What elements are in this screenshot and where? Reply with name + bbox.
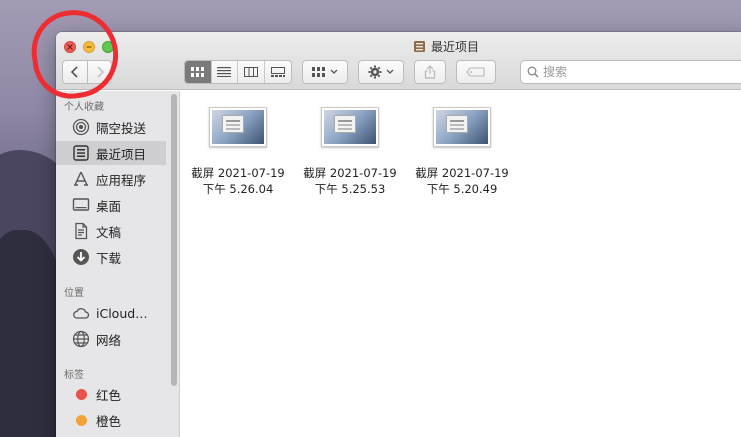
file-item[interactable]: 截屏 2021-07-19 下午 5.25.53 [295, 107, 405, 197]
columns-icon [243, 67, 258, 77]
screenshot-thumbnail [209, 107, 267, 147]
sidebar-item-network[interactable]: 网络 [56, 327, 166, 351]
view-columns-button[interactable] [238, 61, 265, 83]
share-button[interactable] [414, 60, 446, 84]
recents-folder-icon [413, 41, 425, 52]
action-button[interactable] [358, 60, 404, 84]
finder-window: 最近项目 搜索 个人收藏 隔空投送 最近项目 应用程序 桌面 文稿 下载 位置 … [56, 32, 741, 437]
chevron-left-icon [70, 66, 78, 78]
sidebar-item-label: 桌面 [96, 198, 122, 214]
tags-header: 标签 [64, 370, 84, 381]
file-name-line2: 下午 5.25.53 [314, 182, 386, 196]
close-icon [67, 44, 73, 50]
chevron-down-icon [330, 69, 338, 74]
search-icon [527, 66, 539, 78]
airdrop-icon [72, 118, 90, 136]
sidebar-item-downloads[interactable]: 下载 [56, 245, 166, 269]
favorites-header: 个人收藏 [64, 102, 104, 113]
gear-icon [368, 65, 382, 79]
sidebar-item-label: iCloud… [96, 305, 148, 321]
sidebar-item-label: 隔空投送 [96, 120, 147, 136]
documents-icon [72, 222, 90, 240]
icloud-icon [72, 304, 90, 322]
file-name-line1: 截屏 2021-07-19 [191, 166, 285, 180]
file-name-line1: 截屏 2021-07-19 [415, 166, 509, 180]
group-grid-icon [312, 67, 325, 77]
sidebar-item-documents[interactable]: 文稿 [56, 219, 166, 243]
share-icon [424, 65, 436, 79]
desktop-icon [72, 196, 90, 214]
file-name-line2: 下午 5.20.49 [426, 182, 498, 196]
sidebar-item-label: 最近项目 [96, 146, 147, 162]
file-name: 截屏 2021-07-19 下午 5.20.49 [407, 165, 517, 197]
forward-button[interactable] [88, 60, 112, 84]
file-name-line2: 下午 5.26.04 [202, 182, 274, 196]
sidebar-scrollbar[interactable] [171, 94, 177, 386]
view-gallery-button[interactable] [265, 61, 291, 83]
file-name: 截屏 2021-07-19 下午 5.26.04 [183, 165, 293, 197]
screenshot-thumbnail [321, 107, 379, 147]
sidebar-item-label: 橙色 [96, 413, 122, 429]
sidebar-item-label: 下载 [96, 250, 122, 266]
list-icon [217, 67, 232, 77]
minimize-icon [86, 46, 92, 48]
sidebar-item-recents[interactable]: 最近项目 [56, 141, 166, 165]
screenshot-thumbnail [433, 107, 491, 147]
sidebar-item-label: 文稿 [96, 224, 122, 240]
sidebar-item-label: 红色 [96, 387, 122, 403]
close-button[interactable] [64, 41, 76, 53]
minimize-button[interactable] [83, 41, 95, 53]
chevron-down-icon [386, 69, 394, 74]
search-field[interactable] [520, 60, 741, 84]
back-button[interactable] [62, 60, 88, 84]
tag-icon [466, 67, 485, 77]
file-grid: 截屏 2021-07-19 下午 5.26.04 截屏 2021-07-19 下… [181, 91, 741, 437]
maximize-button[interactable] [102, 41, 114, 53]
file-item[interactable]: 截屏 2021-07-19 下午 5.20.49 [407, 107, 517, 197]
applications-icon [72, 170, 90, 188]
gallery-icon [270, 67, 285, 77]
sidebar-item-tag-red[interactable]: 红色 [56, 382, 166, 406]
sidebar: 个人收藏 隔空投送 最近项目 应用程序 桌面 文稿 下载 位置 iCloud… … [56, 91, 180, 437]
window-title: 最近项目 [356, 38, 536, 55]
view-icons-button[interactable] [185, 61, 212, 83]
tag-button[interactable] [456, 60, 496, 84]
red-tag-icon [72, 385, 90, 403]
locations-header: 位置 [64, 288, 84, 299]
view-list-button[interactable] [212, 61, 238, 83]
sidebar-item-applications[interactable]: 应用程序 [56, 167, 166, 191]
chevron-right-icon [96, 66, 104, 78]
toolbar: 最近项目 [56, 32, 741, 90]
icon-grid-icon [190, 67, 204, 77]
window-title-text: 最近项目 [430, 40, 479, 54]
sidebar-item-label: 网络 [96, 332, 122, 348]
sidebar-item-label: 应用程序 [96, 172, 147, 188]
file-name: 截屏 2021-07-19 下午 5.25.53 [295, 165, 405, 197]
network-icon [72, 330, 90, 348]
recents-icon [72, 144, 90, 162]
sidebar-item-airdrop[interactable]: 隔空投送 [56, 115, 166, 139]
view-mode-control [184, 60, 292, 84]
sidebar-item-tag-orange[interactable]: 橙色 [56, 408, 166, 432]
search-input[interactable] [543, 65, 723, 79]
sidebar-item-desktop[interactable]: 桌面 [56, 193, 166, 217]
group-by-button[interactable] [302, 60, 348, 84]
file-item[interactable]: 截屏 2021-07-19 下午 5.26.04 [183, 107, 293, 197]
orange-tag-icon [72, 411, 90, 429]
file-name-line1: 截屏 2021-07-19 [303, 166, 397, 180]
sidebar-item-icloud[interactable]: iCloud… [56, 301, 166, 325]
downloads-icon [72, 248, 90, 266]
